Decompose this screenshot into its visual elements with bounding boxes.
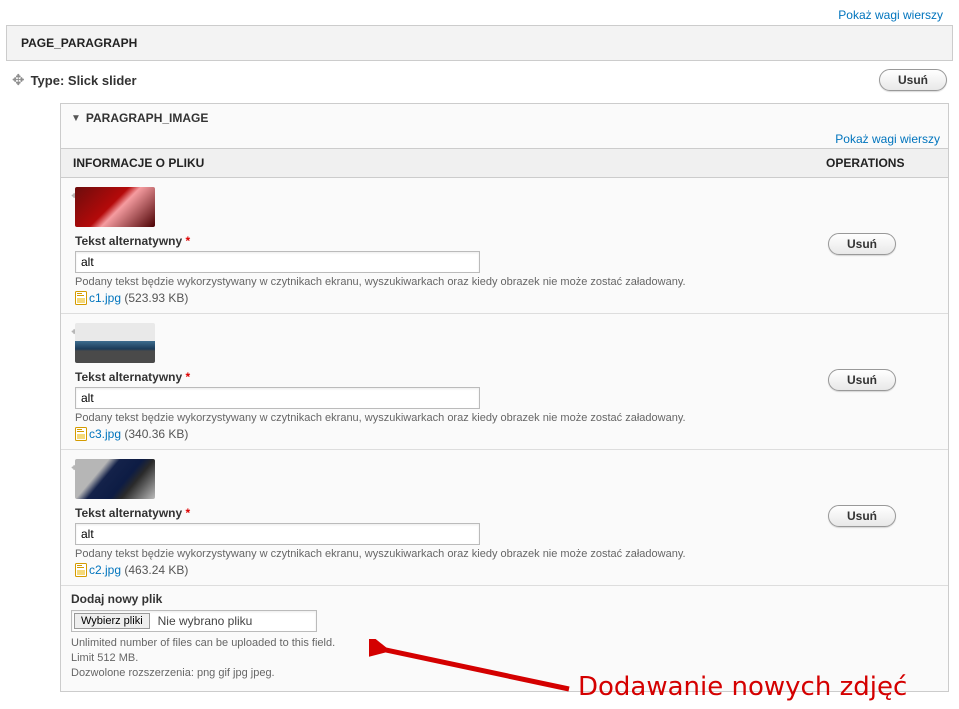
row-content: Tekst alternatywny * Podany tekst będzie…	[75, 457, 818, 577]
row-operations: Usuń	[828, 185, 938, 255]
image-thumbnail[interactable]	[75, 323, 155, 363]
delete-paragraph-button[interactable]: Usuń	[879, 69, 947, 91]
required-marker: *	[186, 234, 191, 248]
panel-title: PAGE_PARAGRAPH	[21, 36, 137, 50]
required-marker: *	[186, 370, 191, 384]
paragraph-type-row: ✥ Type: Slick slider Usuń	[6, 61, 953, 99]
inner-title: PARAGRAPH_IMAGE	[86, 111, 208, 125]
file-info-line: c3.jpg (340.36 KB)	[75, 427, 818, 441]
row-operations: Usuń	[828, 321, 938, 391]
alt-text-label: Tekst alternatywny *	[75, 370, 818, 384]
table-header: INFORMACJE O PLIKU OPERATIONS	[61, 148, 948, 178]
upload-note-line: Limit 512 MB.	[71, 651, 938, 666]
choose-files-button[interactable]: Wybierz pliki	[74, 613, 150, 629]
row-content: Tekst alternatywny * Podany tekst będzie…	[75, 321, 818, 441]
alt-text-input[interactable]	[75, 251, 480, 273]
inner-show-row-weights-link[interactable]: Pokaż wagi wierszy	[835, 132, 940, 146]
alt-text-input[interactable]	[75, 387, 480, 409]
image-thumbnail[interactable]	[75, 187, 155, 227]
file-picker-placeholder: Nie wybrano pliku	[152, 611, 259, 631]
file-link[interactable]: c2.jpg	[89, 563, 121, 577]
upload-label: Dodaj nowy plik	[71, 592, 938, 606]
thumbnail-wrap	[75, 459, 818, 502]
table-row: ✥ Tekst alternatywny * Podany tekst będz…	[61, 314, 948, 450]
file-size: (523.93 KB)	[124, 291, 188, 305]
type-label: Type: Slick slider	[31, 73, 873, 88]
table-row: ✥ Tekst alternatywny * Podany tekst będz…	[61, 450, 948, 586]
table-row: ✥ Tekst alternatywny * Podany tekst będz…	[61, 178, 948, 314]
show-row-weights-link[interactable]: Pokaż wagi wierszy	[838, 8, 943, 22]
alt-text-description: Podany tekst będzie wykorzystywany w czy…	[75, 276, 818, 288]
th-file-info: INFORMACJE O PLIKU	[73, 156, 826, 170]
upload-note-line: Unlimited number of files can be uploade…	[71, 636, 938, 651]
file-link[interactable]: c1.jpg	[89, 291, 121, 305]
thumbnail-wrap	[75, 187, 818, 230]
alt-text-input[interactable]	[75, 523, 480, 545]
file-info-line: c2.jpg (463.24 KB)	[75, 563, 818, 577]
panel-header: PAGE_PARAGRAPH	[6, 25, 953, 61]
image-thumbnail[interactable]	[75, 459, 155, 499]
file-size: (340.36 KB)	[124, 427, 188, 441]
file-info-line: c1.jpg (523.93 KB)	[75, 291, 818, 305]
alt-text-label: Tekst alternatywny *	[75, 234, 818, 248]
top-link-row: Pokaż wagi wierszy	[6, 6, 953, 25]
required-marker: *	[186, 506, 191, 520]
upload-notes: Unlimited number of files can be uploade…	[71, 636, 938, 681]
row-operations: Usuń	[828, 457, 938, 527]
th-operations: OPERATIONS	[826, 156, 936, 170]
drag-handle-icon[interactable]: ✥	[12, 71, 25, 89]
row-content: Tekst alternatywny * Podany tekst będzie…	[75, 185, 818, 305]
paragraph-image-box: ▼ PARAGRAPH_IMAGE Pokaż wagi wierszy INF…	[60, 103, 949, 692]
alt-text-label: Tekst alternatywny *	[75, 506, 818, 520]
file-picker[interactable]: Wybierz pliki Nie wybrano pliku	[71, 610, 317, 632]
file-link[interactable]: c3.jpg	[89, 427, 121, 441]
file-size: (463.24 KB)	[124, 563, 188, 577]
upload-row: Dodaj nowy plik Wybierz pliki Nie wybran…	[61, 586, 948, 691]
upload-note-line: Dozwolone rozszerzenia: png gif jpg jpeg…	[71, 666, 938, 681]
delete-row-button[interactable]: Usuń	[828, 505, 896, 527]
thumbnail-wrap	[75, 323, 818, 366]
inner-link-row: Pokaż wagi wierszy	[61, 132, 948, 148]
inner-title-row[interactable]: ▼ PARAGRAPH_IMAGE	[61, 104, 948, 132]
collapse-caret-icon: ▼	[71, 113, 81, 124]
alt-text-description: Podany tekst będzie wykorzystywany w czy…	[75, 412, 818, 424]
delete-row-button[interactable]: Usuń	[828, 369, 896, 391]
delete-row-button[interactable]: Usuń	[828, 233, 896, 255]
alt-text-description: Podany tekst będzie wykorzystywany w czy…	[75, 548, 818, 560]
